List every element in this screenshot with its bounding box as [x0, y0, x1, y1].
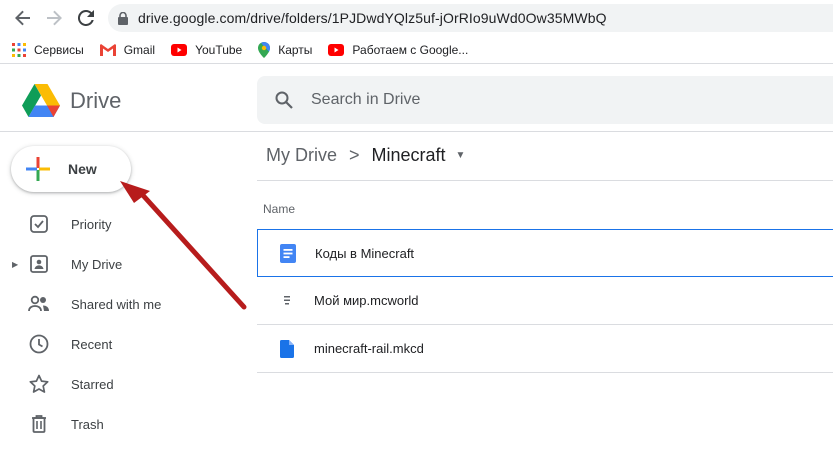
breadcrumb-root[interactable]: My Drive	[266, 145, 337, 166]
sidebar-item-label: Shared with me	[71, 296, 162, 312]
maps-icon	[258, 41, 271, 58]
file-row[interactable]: Мой мир.mcworld	[257, 277, 833, 325]
back-arrow-icon	[15, 10, 30, 26]
file-row[interactable]: minecraft-rail.mkcd	[257, 325, 833, 373]
search-input[interactable]	[311, 91, 711, 109]
reload-button[interactable]	[74, 6, 98, 30]
file-icon	[277, 339, 297, 359]
new-button[interactable]: New	[11, 146, 131, 192]
address-bar[interactable]: drive.google.com/drive/folders/1PJDwdYQl…	[108, 4, 833, 32]
file-row[interactable]: Коды в Minecraft	[257, 229, 833, 277]
sidebar-item-starred[interactable]: Starred	[0, 364, 250, 404]
divider	[257, 180, 833, 181]
app-name: Drive	[70, 88, 122, 113]
sidebar-item-label: Trash	[71, 416, 104, 432]
sidebar-item-label: Priority	[71, 216, 112, 232]
breadcrumb-current-folder[interactable]: Minecraft	[372, 145, 446, 166]
forward-arrow-icon	[47, 10, 62, 26]
gmail-icon	[99, 43, 116, 56]
priority-icon	[28, 213, 50, 235]
bookmarks-bar: Сервисы Gmail YouTube Карты Работаем с G…	[0, 36, 833, 64]
bookmark-youtube[interactable]: YouTube	[171, 43, 242, 57]
back-button[interactable]	[11, 6, 35, 30]
my-drive-icon	[28, 253, 50, 275]
shared-icon	[28, 293, 50, 315]
plus-icon	[26, 157, 50, 181]
address-url: drive.google.com/drive/folders/1PJDwdYQl…	[138, 10, 607, 26]
column-header-name[interactable]: Name	[263, 202, 295, 216]
new-button-label: New	[68, 161, 97, 177]
sidebar-item-recent[interactable]: Recent	[0, 324, 250, 364]
google-doc-icon	[278, 243, 298, 263]
google-drive-logo-icon	[22, 84, 60, 117]
reload-icon	[78, 10, 94, 26]
breadcrumb: My Drive > Minecraft ▼	[266, 145, 465, 166]
clock-icon	[28, 333, 50, 355]
apps-grid-icon	[12, 42, 26, 57]
bookmark-label: Сервисы	[34, 42, 84, 57]
folder-dropdown-icon[interactable]: ▼	[456, 150, 466, 161]
drive-header: Drive	[0, 68, 833, 132]
bookmark-services[interactable]: Сервисы	[12, 42, 84, 57]
bookmark-label: Карты	[278, 42, 313, 57]
expand-arrow-icon[interactable]: ▶	[12, 260, 18, 269]
drive-logo[interactable]: Drive	[22, 84, 121, 118]
bookmark-youtube-channel[interactable]: Работаем с Google...	[328, 43, 468, 57]
sidebar-item-label: Starred	[71, 376, 114, 392]
sidebar-item-my-drive[interactable]: ▶ My Drive	[0, 244, 250, 284]
sidebar-item-label: Recent	[71, 336, 113, 352]
star-icon	[28, 373, 50, 395]
file-name: minecraft-rail.mkcd	[314, 341, 424, 356]
file-name: Коды в Minecraft	[315, 245, 415, 261]
search-icon[interactable]	[275, 91, 293, 109]
bookmark-label: Работаем с Google...	[352, 42, 469, 57]
generic-file-icon	[277, 291, 297, 311]
sidebar-item-priority[interactable]: Priority	[0, 204, 250, 244]
file-name: Мой мир.mcworld	[314, 293, 419, 308]
forward-button[interactable]	[42, 6, 66, 30]
bookmark-gmail[interactable]: Gmail	[99, 42, 156, 57]
browser-toolbar: drive.google.com/drive/folders/1PJDwdYQl…	[0, 0, 833, 36]
youtube-icon	[171, 43, 188, 56]
sidebar-item-shared[interactable]: Shared with me	[0, 284, 250, 324]
sidebar-item-trash[interactable]: Trash	[0, 404, 250, 444]
trash-icon	[28, 413, 50, 435]
bookmark-label: YouTube	[195, 42, 243, 57]
bookmark-maps[interactable]: Карты	[258, 41, 313, 58]
search-bar[interactable]	[257, 76, 833, 124]
sidebar-item-label: My Drive	[71, 256, 123, 272]
breadcrumb-separator: >	[349, 145, 360, 165]
lock-icon	[118, 11, 128, 25]
youtube-icon	[328, 43, 345, 56]
bookmark-label: Gmail	[123, 42, 156, 57]
